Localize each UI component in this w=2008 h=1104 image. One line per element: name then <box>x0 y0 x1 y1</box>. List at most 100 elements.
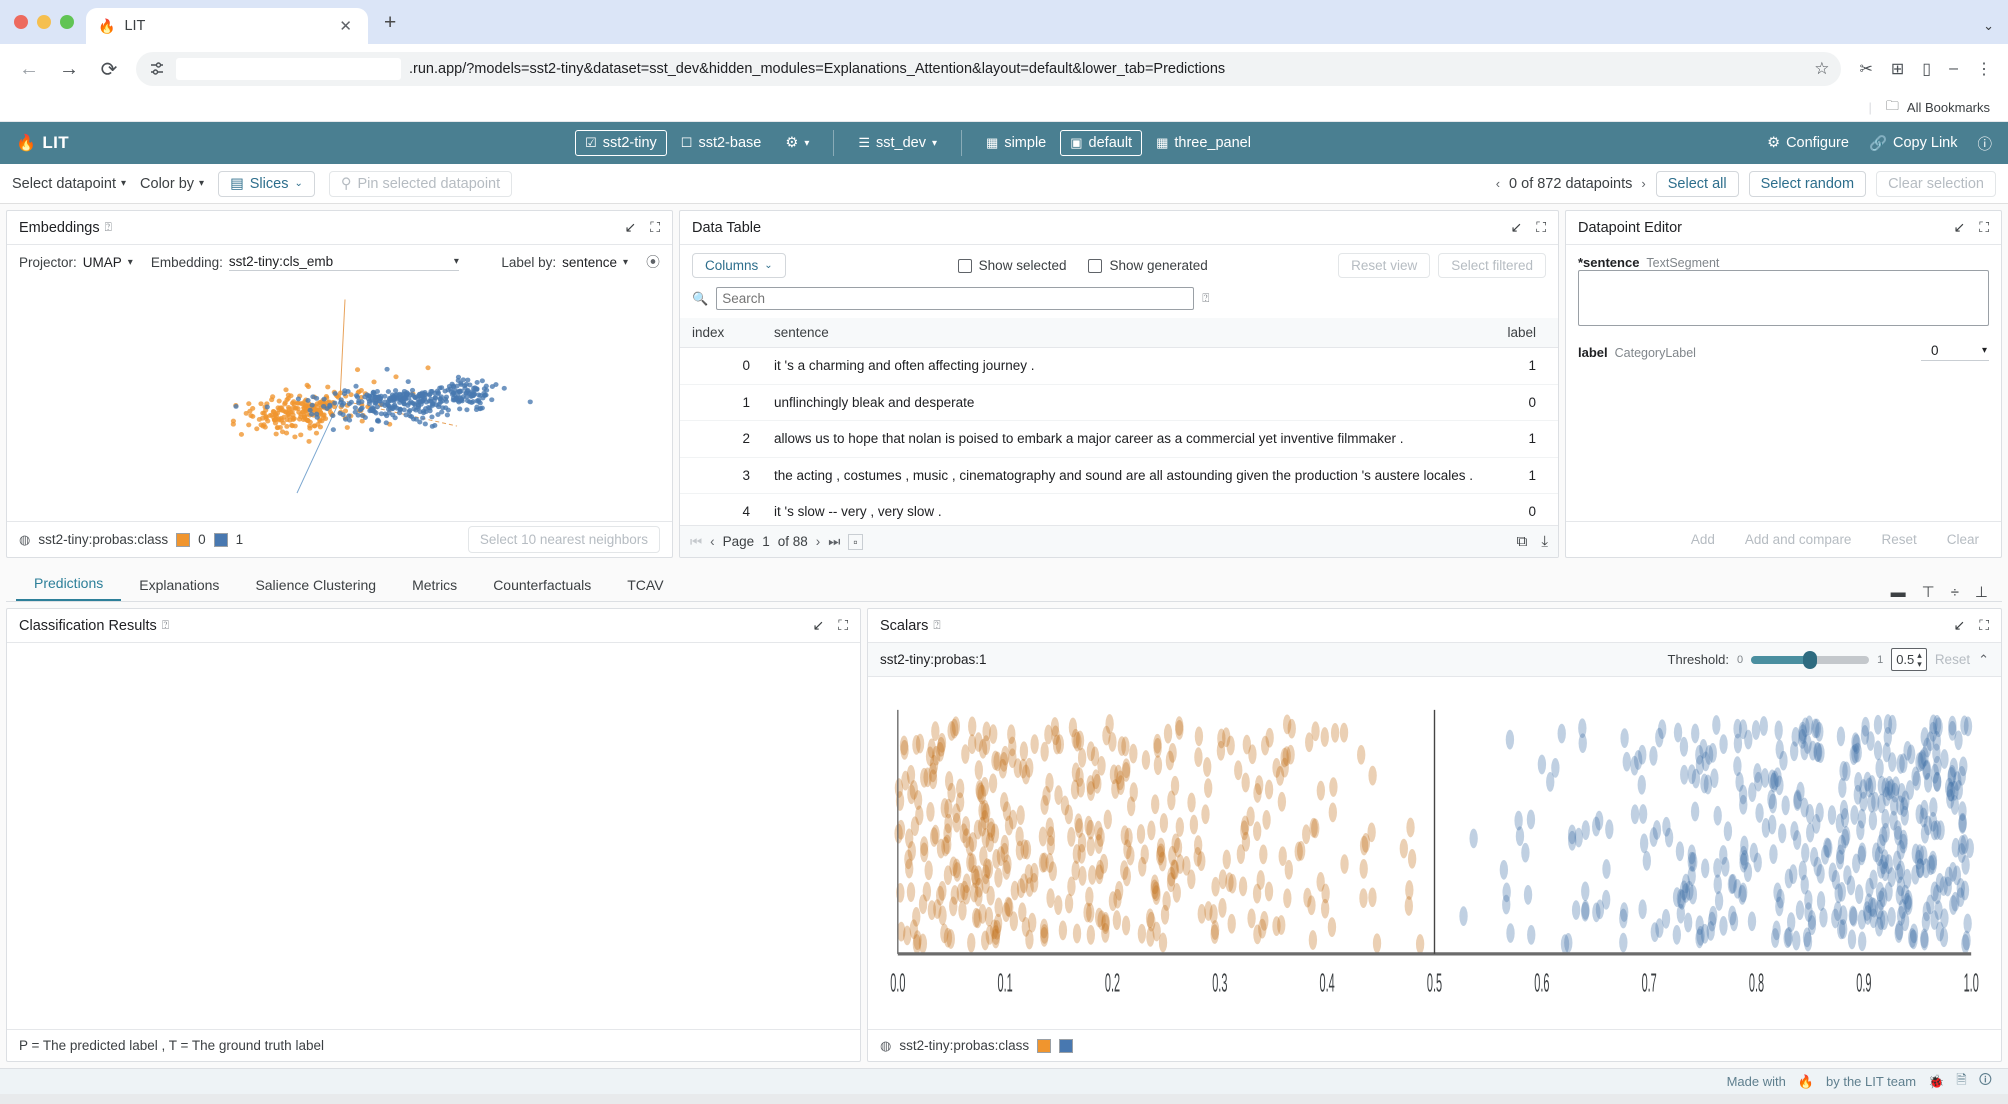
expand-bottom-icon[interactable]: ⊥ <box>1975 583 1988 601</box>
table-row[interactable]: 4 it 's slow -- very , very slow .0 <box>680 493 1558 525</box>
minimize-icon[interactable]: ↙ <box>812 617 824 634</box>
show-selected-checkbox[interactable]: Show selected <box>957 258 1066 273</box>
doc-icon[interactable]: 🗎 <box>1956 1071 1966 1093</box>
last-page-icon[interactable]: ⏭ <box>828 534 840 550</box>
expand-icon[interactable]: ⛶ <box>1979 219 1989 236</box>
clear-selection-button[interactable]: Clear selection <box>1876 170 1996 197</box>
chevron-up-icon[interactable]: ⌃ <box>1978 652 1989 668</box>
column-header-sentence[interactable]: sentence <box>766 318 1488 348</box>
add-and-compare-button[interactable]: Add and compare <box>1735 528 1862 551</box>
help-icon[interactable]: ⍰ <box>105 220 112 235</box>
side-panel-icon[interactable]: ▯ <box>1922 59 1931 79</box>
horizontal-scrollbar[interactable] <box>0 1094 2008 1104</box>
select-nearest-neighbors-button[interactable]: Select 10 nearest neighbors <box>467 526 660 553</box>
expand-icon[interactable]: ⛶ <box>838 617 848 634</box>
copy-link-button[interactable]: 🔗 Copy Link <box>1869 135 1958 152</box>
threshold-number-input[interactable]: 0.5 ▴ ▾ <box>1891 648 1927 671</box>
copy-icon[interactable]: ⧉ <box>1517 533 1528 550</box>
recenter-icon[interactable]: ⦿ <box>646 252 660 272</box>
scalars-plot-area[interactable]: 0.0 0.1 0.2 0.3 0.4 0.5 0.6 0.7 0.8 0.9 1.0 <box>868 677 2001 1029</box>
split-icon[interactable]: ÷ <box>1951 584 1959 601</box>
clear-button[interactable]: Clear <box>1937 528 1989 551</box>
dataset-chip-sst-dev[interactable]: ☰ sst_dev ▾ <box>848 130 947 156</box>
embeddings-scatter-canvas[interactable] <box>7 279 672 521</box>
slices-button[interactable]: ▤ Slices ⌄ <box>218 170 315 197</box>
tab-explanations[interactable]: Explanations <box>121 570 237 601</box>
bug-icon[interactable]: 🐞 <box>1928 1074 1944 1090</box>
minimize-icon[interactable]: ↙ <box>1953 219 1965 236</box>
table-row[interactable]: 2 allows us to hope that nolan is poised … <box>680 420 1558 458</box>
bookmark-star-icon[interactable]: ☆ <box>1814 59 1829 79</box>
tab-tcav[interactable]: TCAV <box>609 570 681 601</box>
column-header-label[interactable]: label <box>1488 318 1558 348</box>
show-generated-checkbox[interactable]: Show generated <box>1088 258 1208 273</box>
pin-selected-datapoint-button[interactable]: ⚲ Pin selected datapoint <box>328 170 513 197</box>
forward-icon[interactable]: → <box>56 58 82 81</box>
feedback-icon[interactable]: 🛈 <box>1979 1071 1992 1093</box>
reset-view-button[interactable]: Reset view <box>1338 253 1431 278</box>
threshold-slider-knob[interactable] <box>1803 650 1818 669</box>
data-table-scroll[interactable]: index sentence label 0 it 's a charming a… <box>680 318 1558 525</box>
layout-chip-three-panel[interactable]: ▦ three_panel <box>1146 130 1261 156</box>
table-row[interactable]: 0 it 's a charming and often affecting jo… <box>680 347 1558 385</box>
embedding-control[interactable]: Embedding: sst2-tiny:cls_emb ▾ <box>151 254 484 271</box>
table-row[interactable]: 3 the acting , costumes , music , cinemat… <box>680 457 1558 495</box>
model-settings-button[interactable]: ⚙ ▾ <box>775 130 819 156</box>
select-random-button[interactable]: Select random <box>1748 170 1867 197</box>
layout-chip-simple[interactable]: ▦ simple <box>976 130 1056 156</box>
select-all-button[interactable]: Select all <box>1655 170 1739 197</box>
threshold-slider[interactable] <box>1751 650 1870 669</box>
next-page-icon[interactable]: › <box>816 534 821 549</box>
configure-button[interactable]: ⚙ Configure <box>1767 135 1849 151</box>
prev-datapoint-icon[interactable]: ‹ <box>1496 176 1500 191</box>
browser-tab[interactable]: 🔥 LIT ✕ <box>86 8 368 44</box>
stepper-icon[interactable]: ▴ ▾ <box>1917 651 1922 668</box>
embedding-select[interactable]: sst2-tiny:cls_emb ▾ <box>228 254 459 271</box>
window-traffic-lights[interactable] <box>14 15 86 44</box>
prev-page-icon[interactable]: ‹ <box>710 534 715 549</box>
next-datapoint-icon[interactable]: › <box>1641 176 1645 191</box>
lit-brand[interactable]: 🔥 LIT <box>16 133 69 153</box>
new-tab-button[interactable]: + <box>384 11 396 44</box>
first-page-icon[interactable]: ⏮ <box>690 534 702 550</box>
columns-button[interactable]: Columns ⌄ <box>692 253 786 278</box>
drag-handle-icon[interactable]: ▬ <box>1891 584 1906 601</box>
expand-icon[interactable]: ⛶ <box>1979 617 1989 634</box>
close-icon[interactable]: ✕ <box>335 17 356 35</box>
minimize-icon[interactable]: – <box>1949 60 1958 78</box>
sentence-input[interactable] <box>1578 270 1989 326</box>
tab-metrics[interactable]: Metrics <box>394 570 475 601</box>
column-header-index[interactable]: index <box>680 318 766 348</box>
reload-icon[interactable]: ⟳ <box>96 57 122 82</box>
browser-menu-icon[interactable]: ⋮ <box>1976 59 1992 79</box>
expand-icon[interactable]: ⛶ <box>650 219 660 236</box>
expand-icon[interactable]: ⛶ <box>1536 219 1546 236</box>
back-icon[interactable]: ← <box>16 58 42 81</box>
minimize-icon[interactable]: ↙ <box>1510 219 1522 236</box>
tab-predictions[interactable]: Predictions <box>16 568 122 601</box>
page-input-box[interactable]: ▫ <box>848 533 863 550</box>
extensions-icon[interactable]: ⊞ <box>1891 59 1904 79</box>
label-select[interactable]: 0 ▾ <box>1921 343 1989 361</box>
minimize-window-button[interactable] <box>37 15 51 29</box>
all-bookmarks-label[interactable]: All Bookmarks <box>1907 100 1990 115</box>
add-button[interactable]: Add <box>1681 528 1725 551</box>
color-by-dropdown[interactable]: Color by ▾ <box>140 176 204 192</box>
minimize-icon[interactable]: ↙ <box>624 219 636 236</box>
help-icon[interactable]: ⍰ <box>1202 291 1209 306</box>
select-filtered-button[interactable]: Select filtered <box>1438 253 1546 278</box>
layout-chip-default[interactable]: ▣ default <box>1060 130 1143 156</box>
tab-counterfactuals[interactable]: Counterfactuals <box>475 570 609 601</box>
model-chip-sst2-tiny[interactable]: ☑ sst2-tiny <box>575 130 667 156</box>
minimize-icon[interactable]: ↙ <box>1953 617 1965 634</box>
help-icon[interactable]: ⍰ <box>933 618 940 633</box>
chevron-down-icon[interactable]: ⌄ <box>1983 18 1994 34</box>
close-window-button[interactable] <box>14 15 28 29</box>
select-datapoint-dropdown[interactable]: Select datapoint ▾ <box>12 176 126 192</box>
label-by-control[interactable]: Label by: sentence ▾ <box>501 255 628 270</box>
download-icon[interactable]: ⤓ <box>1541 533 1548 550</box>
maximize-window-button[interactable] <box>60 15 74 29</box>
expand-top-icon[interactable]: ⊤ <box>1922 583 1935 601</box>
tab-salience-clustering[interactable]: Salience Clustering <box>237 570 394 601</box>
model-chip-sst2-base[interactable]: ☐ sst2-base <box>671 130 772 156</box>
